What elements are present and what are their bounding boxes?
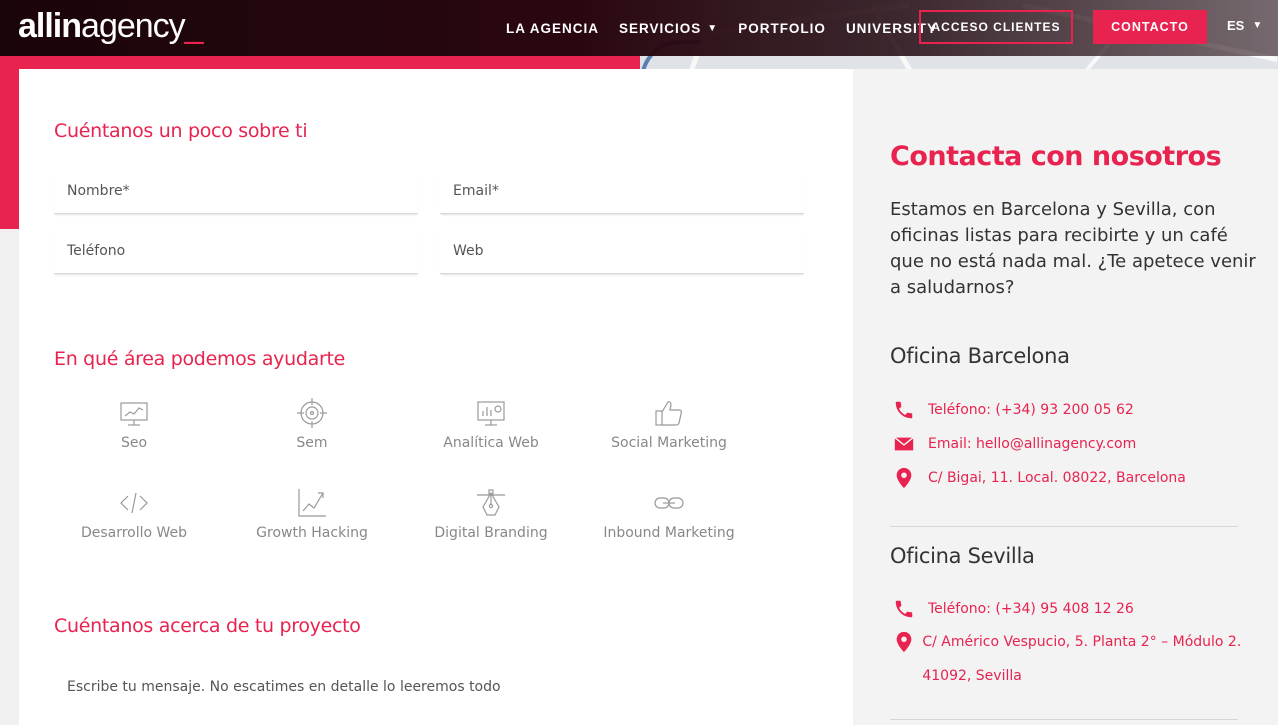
contact-form-card: Cuéntanos un poco sobre ti En qué área p…	[19, 69, 853, 725]
area-option-desarrollo-web[interactable]: Desarrollo Web	[54, 487, 214, 541]
barcelona-phone[interactable]: Teléfono: (+34) 93 200 05 62	[893, 397, 1134, 423]
area-option-sem[interactable]: Sem	[232, 397, 392, 451]
main-nav: LA AGENCIA SERVICIOS ▼ PORTFOLIO UNIVERSI…	[506, 0, 957, 56]
phone-icon	[893, 596, 921, 622]
section-title-about-you: Cuéntanos un poco sobre ti	[54, 120, 308, 142]
section-title-areas: En qué área podemos ayudarte	[54, 348, 346, 370]
seo-chart-icon	[118, 397, 150, 429]
office-divider	[890, 719, 1238, 720]
pen-tool-icon	[475, 487, 507, 519]
barcelona-email[interactable]: Email: hello@allinagency.com	[893, 431, 1136, 457]
chevron-down-icon: ▼	[707, 22, 719, 34]
client-access-button[interactable]: ACCESO CLIENTES	[919, 10, 1073, 44]
office-divider	[890, 526, 1238, 527]
growth-chart-icon	[296, 487, 328, 519]
nav-portfolio[interactable]: PORTFOLIO	[738, 21, 826, 36]
contact-title: Contacta con nosotros	[890, 141, 1222, 172]
name-input[interactable]	[54, 168, 418, 213]
area-option-growth-hacking[interactable]: Growth Hacking	[232, 487, 392, 541]
target-icon	[296, 397, 328, 429]
phone-field	[54, 228, 418, 274]
sevilla-address[interactable]: C/ Américo Vespucio, 5. Planta 2° – Módu…	[890, 625, 1260, 693]
area-option-social-marketing[interactable]: Social Marketing	[589, 397, 749, 451]
allinagency-logo[interactable]: allinagency_	[18, 6, 204, 46]
area-option-inbound-marketing[interactable]: Inbound Marketing	[589, 487, 749, 541]
section-title-project: Cuéntanos acerca de tu proyecto	[54, 615, 361, 637]
analytics-monitor-icon	[475, 397, 507, 429]
map-marker-icon	[893, 629, 915, 655]
area-option-analitica-web[interactable]: Analítica Web	[411, 397, 571, 451]
message-field	[54, 666, 804, 712]
name-field	[54, 168, 418, 214]
sevilla-phone[interactable]: Teléfono: (+34) 95 408 12 26	[893, 596, 1134, 622]
contact-button[interactable]: CONTACTO	[1093, 10, 1207, 44]
email-field	[440, 168, 804, 214]
site-header: allinagency_ LA AGENCIA SERVICIOS ▼ PORTF…	[0, 0, 1278, 56]
area-option-digital-branding[interactable]: Digital Branding	[411, 487, 571, 541]
contact-info-panel: Contacta con nosotros Estamos en Barcelo…	[853, 69, 1278, 725]
office-barcelona-title: Oficina Barcelona	[890, 344, 1070, 368]
map-marker-icon	[893, 465, 921, 491]
thumbs-up-icon	[653, 397, 685, 429]
web-field	[440, 228, 804, 274]
phone-input[interactable]	[54, 228, 418, 273]
barcelona-address[interactable]: C/ Bigai, 11. Local. 08022, Barcelona	[893, 465, 1186, 491]
code-icon	[118, 487, 150, 519]
nav-la-agencia[interactable]: LA AGENCIA	[506, 21, 599, 36]
area-option-seo[interactable]: Seo	[54, 397, 214, 451]
message-textarea[interactable]	[54, 666, 804, 712]
phone-icon	[893, 397, 921, 423]
nav-servicios[interactable]: SERVICIOS ▼	[619, 21, 718, 36]
email-input[interactable]	[440, 168, 804, 213]
office-sevilla-title: Oficina Sevilla	[890, 544, 1035, 568]
contact-description: Estamos en Barcelona y Sevilla, con ofic…	[890, 199, 1256, 298]
envelope-icon	[893, 431, 921, 457]
link-icon	[653, 487, 685, 519]
web-input[interactable]	[440, 228, 804, 273]
chevron-down-icon: ▼	[1252, 20, 1263, 31]
language-selector[interactable]: ES ▼	[1227, 18, 1262, 33]
